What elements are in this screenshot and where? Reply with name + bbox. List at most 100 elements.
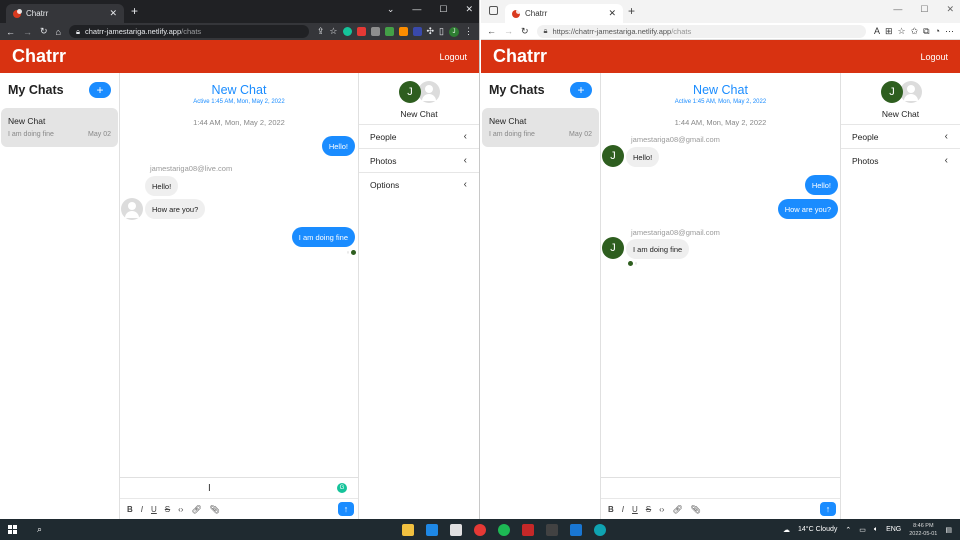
favorites-bar-icon[interactable]: ✩ bbox=[911, 26, 919, 37]
minimize-icon[interactable]: — bbox=[412, 4, 421, 15]
chat-list-panel: My Chats + New Chat I am doing fine May … bbox=[0, 73, 120, 519]
address-bar[interactable]: 🔒︎ https://chatrr-jamestariga.netlify.ap… bbox=[536, 24, 866, 38]
send-button[interactable]: ↑ bbox=[338, 502, 354, 516]
sidepanel-icon[interactable]: ▯ bbox=[439, 26, 444, 37]
back-icon[interactable]: ← bbox=[487, 26, 496, 36]
grammarly-icon[interactable]: G bbox=[337, 483, 347, 493]
chat-list-item[interactable]: New Chat I am doing fine May 02 bbox=[482, 108, 599, 147]
brand-logo[interactable]: Chatrr bbox=[12, 46, 66, 67]
search-icon[interactable]: ⌕ bbox=[37, 524, 42, 535]
bold-icon[interactable]: B bbox=[127, 505, 133, 514]
extension-orange-icon[interactable] bbox=[398, 27, 408, 36]
network-icon[interactable]: ▭ bbox=[859, 526, 866, 534]
vscode-icon[interactable] bbox=[570, 523, 582, 536]
volume-icon[interactable]: 🔈︎ bbox=[874, 526, 878, 534]
menu-dots-icon[interactable]: ⋯ bbox=[945, 26, 954, 37]
menu-dots-icon[interactable]: ⋮ bbox=[464, 26, 473, 37]
puzzle-icon[interactable]: ✣ bbox=[427, 26, 435, 37]
windows-start-icon[interactable] bbox=[8, 525, 17, 534]
profile-avatar[interactable]: J bbox=[449, 26, 459, 37]
edge-icon[interactable] bbox=[594, 523, 606, 536]
tray-arrow-icon[interactable]: ⌃ bbox=[845, 526, 851, 534]
message-bubble-outgoing: Hello! bbox=[321, 136, 355, 156]
bookmark-star-icon[interactable]: ☆ bbox=[329, 26, 337, 37]
store-icon[interactable] bbox=[450, 523, 462, 536]
toolbar: ← → ↻ 🔒︎ https://chatrr-jamestariga.netl… bbox=[481, 23, 960, 40]
chat-preview: I am doing fine bbox=[489, 131, 535, 138]
language-indicator[interactable]: ENG bbox=[886, 526, 901, 533]
favorites-icon[interactable]: ☆ bbox=[898, 26, 906, 37]
profile-icon[interactable]: ◔ bbox=[935, 26, 940, 36]
maximize-icon[interactable]: ☐ bbox=[920, 4, 928, 15]
grammarly-icon[interactable] bbox=[342, 27, 352, 36]
code-icon[interactable]: ‹› bbox=[659, 505, 664, 514]
amd-icon[interactable] bbox=[522, 523, 534, 536]
file-explorer-icon[interactable] bbox=[402, 523, 414, 536]
italic-icon[interactable]: I bbox=[622, 505, 624, 514]
member-avatar: J bbox=[881, 81, 903, 103]
section-people[interactable]: People ‹ bbox=[359, 124, 479, 148]
code-icon[interactable]: ‹› bbox=[178, 505, 183, 514]
bold-icon[interactable]: B bbox=[608, 505, 614, 514]
collections-icon[interactable]: ⧉ bbox=[923, 26, 929, 37]
strikethrough-icon[interactable]: S bbox=[646, 505, 651, 514]
close-window-icon[interactable]: ✕ bbox=[465, 4, 473, 15]
extension-blue-icon[interactable] bbox=[412, 27, 422, 36]
section-photos[interactable]: Photos ‹ bbox=[359, 148, 479, 172]
extension-gray-icon[interactable] bbox=[370, 27, 380, 36]
forward-icon[interactable]: → bbox=[504, 26, 513, 36]
logout-button[interactable]: Logout bbox=[439, 52, 467, 62]
logout-button[interactable]: Logout bbox=[920, 52, 948, 62]
message-list: Hello! jamestariga08@live.com Hello! How… bbox=[120, 133, 358, 477]
spotify-icon[interactable] bbox=[498, 523, 510, 536]
section-people[interactable]: People ‹ bbox=[841, 124, 960, 148]
notification-icon[interactable]: ▤ bbox=[945, 526, 952, 534]
link-icon[interactable]: 🔗︎ bbox=[672, 505, 682, 514]
back-icon[interactable]: ← bbox=[6, 27, 15, 37]
weather-text[interactable]: 14°C Cloudy bbox=[798, 526, 837, 533]
maximize-icon[interactable]: ☐ bbox=[439, 4, 447, 15]
new-tab-icon[interactable]: + bbox=[628, 4, 635, 18]
strikethrough-icon[interactable]: S bbox=[165, 505, 170, 514]
tab-close-icon[interactable]: ✕ bbox=[109, 8, 117, 19]
minimize-icon[interactable]: — bbox=[893, 4, 902, 15]
chat-date: May 02 bbox=[88, 131, 111, 138]
italic-icon[interactable]: I bbox=[141, 505, 143, 514]
reload-icon[interactable]: ↻ bbox=[40, 26, 48, 37]
extension-green-icon[interactable] bbox=[384, 27, 394, 36]
chat-list-item[interactable]: New Chat I am doing fine May 02 bbox=[1, 108, 118, 147]
new-tab-icon[interactable]: + bbox=[131, 4, 138, 18]
share-icon[interactable]: ⇪ bbox=[317, 26, 325, 37]
browser-tab[interactable]: Chatrr ✕ bbox=[505, 4, 623, 23]
extension-red-icon[interactable] bbox=[356, 27, 366, 36]
tab-actions-icon[interactable] bbox=[489, 6, 498, 15]
message-input[interactable] bbox=[601, 478, 840, 499]
section-photos[interactable]: Photos ‹ bbox=[841, 148, 960, 172]
apps-icon[interactable]: ⊞ bbox=[885, 26, 893, 37]
tab-close-icon[interactable]: ✕ bbox=[608, 8, 616, 19]
mail-icon[interactable] bbox=[426, 523, 438, 536]
brand-logo[interactable]: Chatrr bbox=[493, 46, 547, 67]
read-aloud-icon[interactable]: A bbox=[874, 26, 880, 36]
close-window-icon[interactable]: ✕ bbox=[946, 4, 954, 15]
chrome-icon[interactable] bbox=[474, 523, 486, 536]
address-bar[interactable]: 🔒︎ chatrr-jamestariga.netlify.app/chats bbox=[68, 25, 309, 38]
reload-icon[interactable]: ↻ bbox=[521, 26, 529, 37]
forward-icon[interactable]: → bbox=[23, 27, 32, 37]
new-chat-button[interactable]: + bbox=[89, 82, 111, 98]
tab-search-icon[interactable]: ⌄ bbox=[387, 4, 395, 15]
terminal-icon[interactable] bbox=[546, 523, 558, 536]
section-options[interactable]: Options ‹ bbox=[359, 172, 479, 196]
attach-icon[interactable]: 📎︎ bbox=[691, 505, 701, 514]
link-icon[interactable]: 🔗︎ bbox=[191, 505, 201, 514]
new-chat-button[interactable]: + bbox=[570, 82, 592, 98]
clock[interactable]: 8:46 PM 2022-05-01 bbox=[909, 522, 937, 538]
underline-icon[interactable]: U bbox=[151, 505, 157, 514]
underline-icon[interactable]: U bbox=[632, 505, 638, 514]
window-controls: ⌄ — ☐ ✕ bbox=[387, 4, 473, 15]
home-icon[interactable]: ⌂ bbox=[56, 27, 61, 37]
browser-tab[interactable]: Chatrr ✕ bbox=[6, 4, 124, 23]
message-input[interactable]: I G bbox=[120, 478, 358, 499]
send-button[interactable]: ↑ bbox=[820, 502, 836, 516]
attach-icon[interactable]: 📎︎ bbox=[210, 505, 220, 514]
